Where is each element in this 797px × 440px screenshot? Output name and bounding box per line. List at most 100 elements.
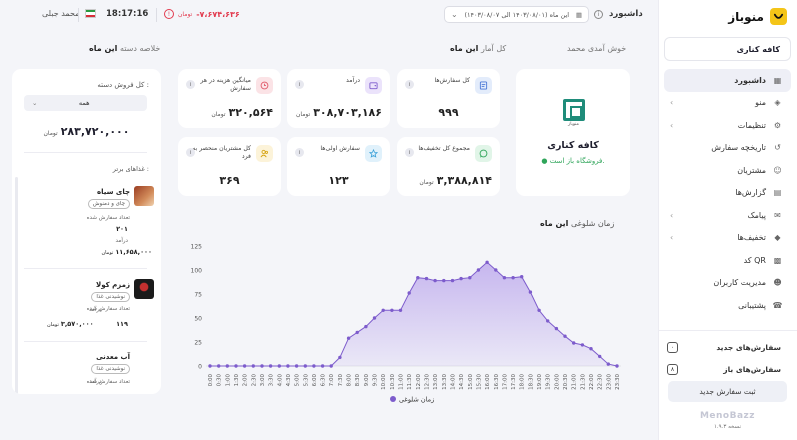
x-tick-label: 12:30 — [424, 374, 430, 390]
food-count-value: ۲۰۱ — [116, 225, 128, 233]
food-item[interactable]: آب معدنی نوشیدنی غذا تعداد سفارش شده درآ… — [24, 351, 154, 391]
food-item[interactable]: چای سیاه چای و دمنوش تعداد سفارش شده ۲۰۱… — [24, 186, 154, 266]
y-tick-label: 125 — [191, 244, 203, 251]
info-icon[interactable]: i — [405, 148, 414, 157]
cafe-selector[interactable]: کافه کناری — [664, 37, 791, 61]
sidebar: منوباز کافه کناری داشبورد ▦ ‹ منو ◈ ‹ تنظیمات ⚙… — [658, 0, 797, 440]
data-point — [338, 355, 342, 360]
category-select[interactable]: ⌄ همه — [24, 95, 147, 111]
open-orders-label: سفارش‌های باز — [723, 365, 781, 374]
x-tick-label: 8:00 — [347, 374, 353, 387]
stat-number: ۱۲۳ — [328, 174, 349, 187]
stat-label: میانگین هزینه در هر سفارش — [200, 77, 251, 92]
y-tick-label: 0 — [198, 364, 202, 371]
x-tick-label: 6:00 — [312, 374, 318, 387]
x-tick-label: 18:00 — [520, 374, 526, 390]
x-tick-label: 10:00 — [381, 374, 387, 390]
clock-time: 18:17:16 — [106, 9, 149, 19]
food-name: چای سیاه — [96, 188, 130, 196]
data-point — [320, 364, 325, 368]
x-tick-label: 11:00 — [399, 374, 405, 390]
sidebar-item[interactable]: گزارش‌ها ▤ — [664, 182, 791, 205]
sidebar-item[interactable]: ‹ تخفیف‌ها ◆ — [664, 227, 791, 250]
sidebar-item-label: تخفیف‌ها — [737, 233, 766, 243]
food-revenue-label: درآمد — [115, 238, 128, 244]
x-tick-label: 6:30 — [321, 374, 327, 387]
alert-icon: ! — [164, 9, 174, 19]
stat-number: ۳,۳۸۸,۸۱۴ — [436, 174, 492, 187]
food-revenue-unit: تومان — [47, 322, 59, 328]
new-orders-row[interactable]: ۰ سفارش‌های جدید — [667, 342, 781, 353]
x-tick-label: 23:00 — [606, 374, 612, 390]
info-icon[interactable]: i — [594, 10, 603, 19]
stat-unit: تومان — [211, 111, 226, 118]
info-icon[interactable]: i — [186, 80, 195, 89]
food-count: ۲۰۱ — [116, 225, 128, 233]
x-tick-label: 7:30 — [338, 374, 344, 387]
stat-value: تومان ۳۲۰,۵۶۴ — [211, 106, 273, 119]
register-order-button[interactable]: ثبت سفارش جدید — [668, 381, 787, 402]
data-point — [520, 275, 524, 279]
sidebar-item[interactable]: مشتریان ☺ — [664, 159, 791, 182]
x-tick-label: 1:00 — [225, 374, 231, 387]
gear-icon: ⚙ — [773, 120, 782, 130]
info-icon[interactable]: i — [186, 148, 195, 157]
sidebar-item[interactable]: پشتیبانی ☎ — [664, 294, 791, 317]
sidebar-item[interactable]: ‹ تنظیمات ⚙ — [664, 114, 791, 137]
data-point — [234, 364, 238, 368]
wallet-icon — [365, 77, 382, 94]
data-point — [598, 354, 602, 359]
food-revenue-value: ۱۱,۶۵۸,۰۰۰ — [115, 248, 152, 256]
food-item[interactable]: زمزم کولا نوشیدنی غذا تعداد سفارش شده ۱۱… — [24, 279, 154, 339]
chart-title-period: این ماه — [540, 219, 569, 228]
data-point — [312, 364, 316, 368]
receipt-icon — [475, 77, 492, 94]
food-category-tag: نوشیدنی غذا — [91, 292, 130, 302]
stat-orders: کل سفارش‌ها i ۹۹۹ — [397, 69, 500, 128]
stat-value: ۹۹۹ — [397, 106, 500, 119]
sidebar-item[interactable]: کد QR ▩ — [664, 249, 791, 272]
sidebar-item[interactable]: مدیریت کاربران ☻ — [664, 272, 791, 295]
x-tick-label: 15:30 — [476, 374, 482, 390]
scrollbar[interactable] — [15, 177, 18, 394]
stat-label: درآمد — [345, 77, 360, 84]
x-tick-label: 1:30 — [234, 374, 240, 387]
food-count: ۱۱۹ — [116, 320, 128, 328]
food-revenue: تومان ۱۱,۶۵۸,۰۰۰ — [101, 248, 152, 256]
users-icon: ☺ — [773, 165, 782, 175]
data-point — [346, 336, 351, 340]
divider — [24, 152, 147, 153]
x-tick-label: 21:00 — [572, 374, 578, 390]
food-name: زمزم کولا — [96, 281, 130, 289]
food-revenue: تومان ۳,۵۷۰,۰۰۰ — [47, 320, 94, 328]
x-tick-label: 4:00 — [277, 374, 283, 387]
data-point — [615, 364, 619, 368]
data-point — [268, 364, 273, 368]
x-tick-label: 18:30 — [528, 374, 534, 390]
stat-number: ۳۶۹ — [219, 174, 240, 187]
x-tick-label: 3:30 — [269, 374, 275, 387]
info-icon[interactable]: i — [295, 148, 304, 157]
open-orders-row[interactable]: ۸ سفارش‌های باز — [667, 364, 781, 375]
stat-avg-cost: میانگین هزینه در هر سفارش i تومان ۳۲۰,۵۶۴ — [178, 69, 281, 128]
sidebar-item[interactable]: ‹ پیامک ✉ — [664, 204, 791, 227]
date-range-select[interactable]: ⌄ این ماه (۱۴۰۳/۰۸/۰۱ الی ۱۴۰۳/۰۸/۰۷) ▦ — [444, 6, 589, 23]
info-icon[interactable]: i — [405, 80, 414, 89]
category-total-unit: تومان — [43, 130, 58, 137]
data-point — [476, 268, 481, 272]
x-tick-label: 14:30 — [459, 374, 465, 390]
smile-logo-icon — [770, 8, 787, 25]
stat-label: مجموع کل تخفیف‌ها — [418, 145, 470, 152]
sidebar-item[interactable]: ‹ منو ◈ — [664, 92, 791, 115]
x-tick-label: 23:30 — [615, 374, 621, 390]
sidebar-item[interactable]: داشبورد ▦ — [664, 69, 791, 92]
info-icon[interactable]: i — [295, 80, 304, 89]
chevron-down-icon: ⌄ — [451, 10, 458, 19]
brand-logo[interactable]: منوباز — [728, 8, 787, 25]
category-heading-prefix: خلاصه دسته — [119, 44, 161, 53]
sidebar-item[interactable]: تاریخچه سفارش ↺ — [664, 137, 791, 160]
x-tick-label: 22:00 — [589, 374, 595, 390]
balance[interactable]: ! تومان -۷،۶۷۴،۶۳۶ — [164, 9, 240, 19]
stat-unit: تومان — [419, 179, 434, 186]
data-point — [589, 347, 593, 351]
